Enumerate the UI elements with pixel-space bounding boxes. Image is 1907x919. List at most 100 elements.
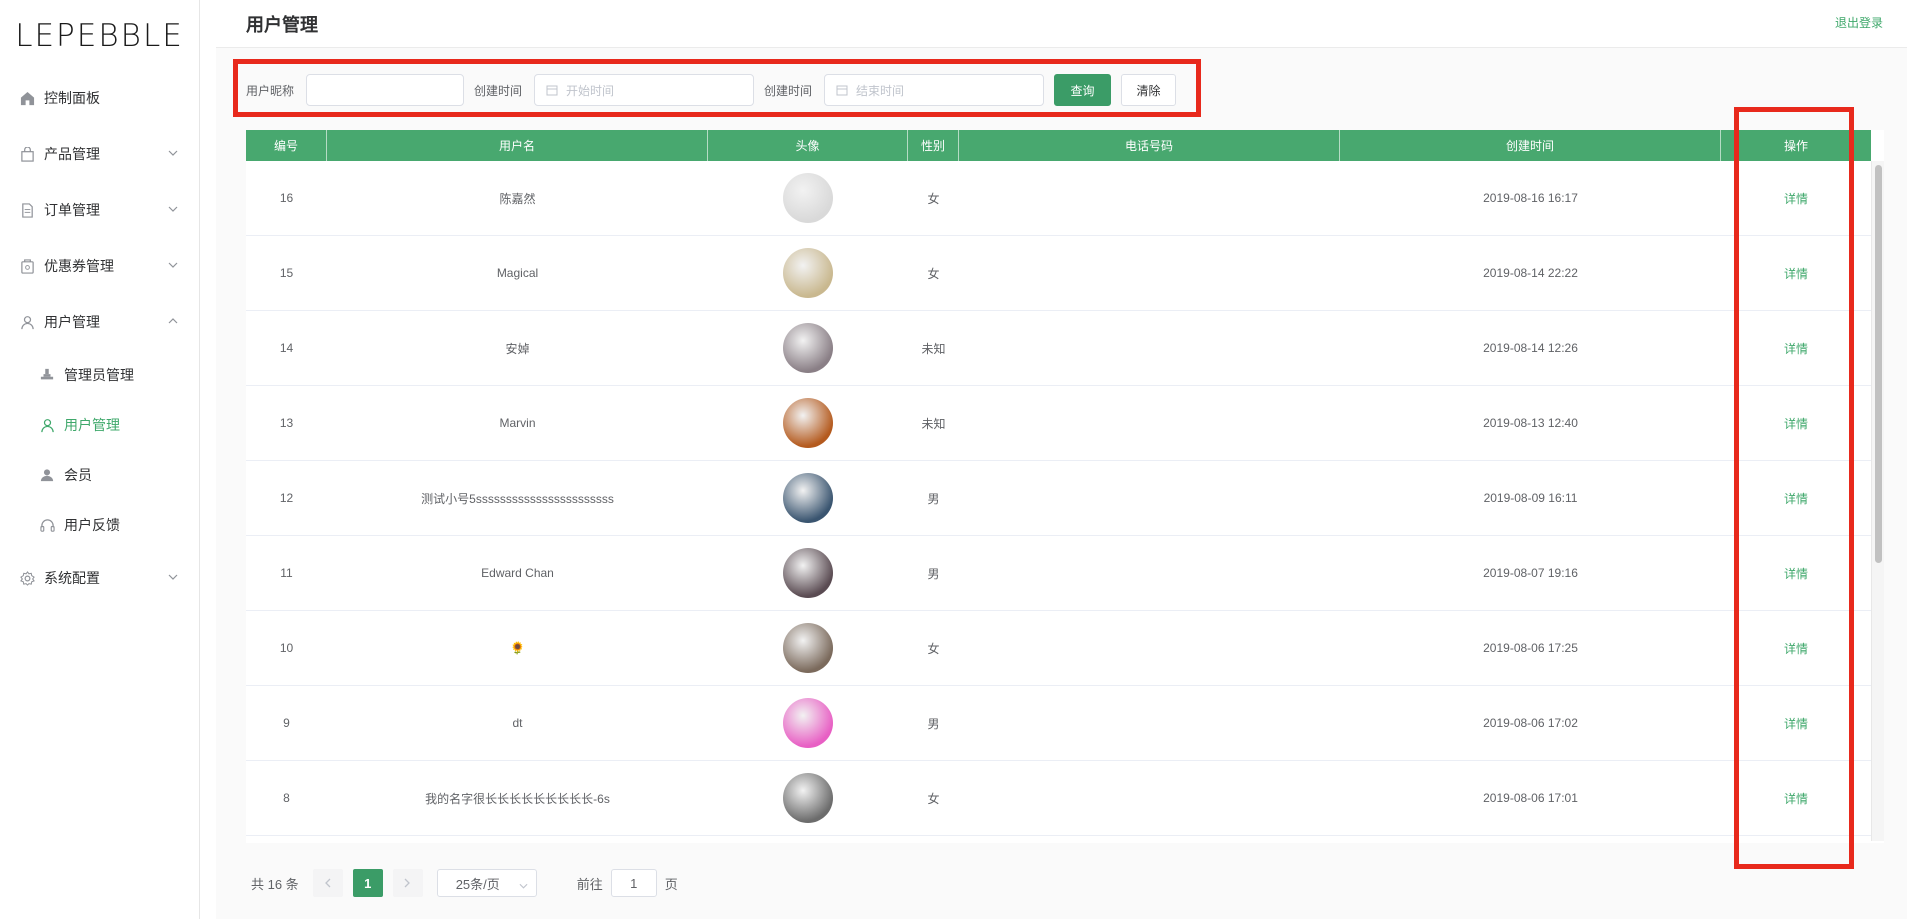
- cell-gender-text: 女: [927, 641, 940, 656]
- cell-created-text: 2019-08-13 12:40: [1483, 416, 1578, 430]
- column-header-phone: 电话号码: [959, 130, 1340, 161]
- sidebar-item-label: 控制面板: [44, 90, 100, 106]
- page-size-select[interactable]: 25条/页: [436, 869, 537, 897]
- cell-username-text: Magical: [496, 266, 539, 280]
- cell-username: 陈嘉然: [327, 161, 708, 236]
- sidebar-item-coupons[interactable]: 优惠券管理: [0, 246, 199, 286]
- cell-username: 🌻: [327, 611, 708, 686]
- user-table: 编号 用户名 头像 性别 电话号码 创建时间 操作 16 陈嘉然女 2019-08-…: [246, 130, 1884, 843]
- table-row: 12 测试小号5sssssssssssssssssssssss 男 2019-08-0…: [246, 461, 1871, 536]
- detail-link[interactable]: 详情: [1784, 190, 1808, 207]
- sidebar-item-label: 产品管理: [44, 146, 100, 162]
- sidebar-subitem-members[interactable]: 会员: [0, 455, 199, 495]
- start-date-placeholder: 开始时间: [566, 83, 615, 98]
- end-date-input[interactable]: 结束时间: [824, 74, 1045, 106]
- chevron-down-icon: [519, 877, 528, 892]
- sidebar-subitem-users[interactable]: 用户管理: [0, 405, 199, 445]
- chevron-down-icon: [167, 571, 179, 583]
- page-suffix: 页: [664, 876, 678, 892]
- sidebar-subitem-label: 用户管理: [64, 417, 120, 433]
- sidebar-item-orders[interactable]: 订单管理: [0, 190, 199, 230]
- detail-link[interactable]: 详情: [1784, 340, 1808, 357]
- cell-action: 详情: [1721, 236, 1871, 311]
- cell-phone: [959, 386, 1340, 461]
- cell-username-text: Edward Chan: [481, 566, 554, 580]
- cell-action: 详情: [1721, 161, 1871, 236]
- cell-avatar: [708, 161, 908, 236]
- headset-icon: [39, 517, 55, 533]
- sidebar-item-users[interactable]: 用户管理: [0, 302, 199, 342]
- cell-username-text: 安婥: [505, 341, 530, 356]
- column-header-action: 操作: [1783, 139, 1808, 153]
- cell-avatar: [708, 311, 908, 386]
- cell-id-text: 12: [279, 491, 294, 505]
- cell-created: 2019-08-06 17:01: [1340, 761, 1721, 836]
- table-scrollbar[interactable]: [1871, 161, 1884, 841]
- cell-id-text: 10: [279, 641, 294, 655]
- topbar: 用户管理 退出登录: [216, 0, 1907, 48]
- cell-id: 12: [246, 461, 327, 536]
- cell-id: 11: [246, 536, 327, 611]
- goto-page-input[interactable]: 1: [610, 869, 657, 897]
- detail-link[interactable]: 详情: [1784, 265, 1808, 282]
- calendar-icon: [546, 85, 558, 96]
- table-row: 14 安婥 未知 2019-08-14 12:26 详情: [246, 311, 1871, 386]
- sidebar-item-products[interactable]: 产品管理: [0, 134, 199, 174]
- clear-button[interactable]: 清除: [1121, 74, 1177, 106]
- nickname-input[interactable]: [306, 74, 465, 106]
- detail-link[interactable]: 详情: [1784, 640, 1808, 657]
- sidebar-subitem-feedback[interactable]: 用户反馈: [0, 505, 199, 545]
- detail-link[interactable]: 详情: [1784, 790, 1808, 807]
- table-row: 11 Edward Chan 男 2019-08-07 19:16 详情: [246, 536, 1871, 611]
- cell-action: 详情: [1721, 761, 1871, 836]
- table-row: 15 Magical 女 2019-08-14 22:22 详情: [246, 236, 1871, 311]
- cell-username: 我的名字很长长长长长长长长长-6s: [327, 761, 708, 836]
- scrollbar-thumb[interactable]: [1875, 165, 1882, 563]
- cell-username: dt: [327, 686, 708, 761]
- next-page-button[interactable]: [392, 869, 423, 897]
- cell-id: 10: [246, 611, 327, 686]
- column-header-username: 用户名: [327, 130, 708, 161]
- cell-id-text: 9: [283, 716, 290, 730]
- page-number-current[interactable]: 1: [352, 869, 383, 897]
- start-date-input[interactable]: 开始时间: [534, 74, 755, 106]
- cell-created-text: 2019-08-06 17:02: [1483, 716, 1578, 730]
- sidebar-subitem-admins[interactable]: 管理员管理: [0, 355, 199, 395]
- detail-link[interactable]: 详情: [1784, 490, 1808, 507]
- user-icon: [19, 314, 35, 330]
- cell-username: Edward Chan: [327, 536, 708, 611]
- sidebar-item-label: 用户管理: [44, 314, 100, 330]
- cell-phone: [959, 461, 1340, 536]
- cell-action: 详情: [1721, 686, 1871, 761]
- sidebar-item-label: 系统配置: [44, 570, 100, 586]
- chevron-left-icon: [325, 878, 331, 888]
- detail-link[interactable]: 详情: [1784, 415, 1808, 432]
- sidebar-item-dashboard[interactable]: 控制面板: [0, 78, 199, 118]
- column-header-gender: 性别: [908, 130, 959, 161]
- avatar: [783, 698, 833, 748]
- cell-gender-text: 男: [927, 566, 940, 581]
- query-button[interactable]: 查询: [1054, 74, 1112, 106]
- cell-username: 测试小号5sssssssssssssssssssssss: [327, 461, 708, 536]
- table-header: 编号 用户名 头像 性别 电话号码 创建时间 操作: [246, 130, 1871, 161]
- nickname-label: 用户昵称: [246, 83, 295, 98]
- cell-username-text: 🌻: [510, 641, 525, 655]
- sidebar-item-settings[interactable]: 系统配置: [0, 558, 199, 598]
- cell-avatar: [708, 761, 908, 836]
- brand-logo: LEPEBBLE: [15, 18, 184, 54]
- document-icon: [19, 202, 35, 218]
- page-title: 用户管理: [246, 15, 318, 35]
- cell-gender: 男: [908, 461, 959, 536]
- goto-label: 前往: [576, 876, 603, 892]
- logout-link[interactable]: 退出登录: [1835, 14, 1883, 31]
- detail-link[interactable]: 详情: [1784, 715, 1808, 732]
- cell-created-text: 2019-08-14 22:22: [1483, 266, 1578, 280]
- prev-page-button[interactable]: [312, 869, 343, 897]
- column-header-id: 编号: [246, 130, 327, 161]
- cell-username-text: 陈嘉然: [499, 191, 536, 206]
- cell-created: 2019-08-14 22:22: [1340, 236, 1721, 311]
- cell-phone: [959, 761, 1340, 836]
- detail-link[interactable]: 详情: [1784, 565, 1808, 582]
- cell-created: 2019-08-07 19:16: [1340, 536, 1721, 611]
- page-size-value: 25条/页: [455, 876, 500, 892]
